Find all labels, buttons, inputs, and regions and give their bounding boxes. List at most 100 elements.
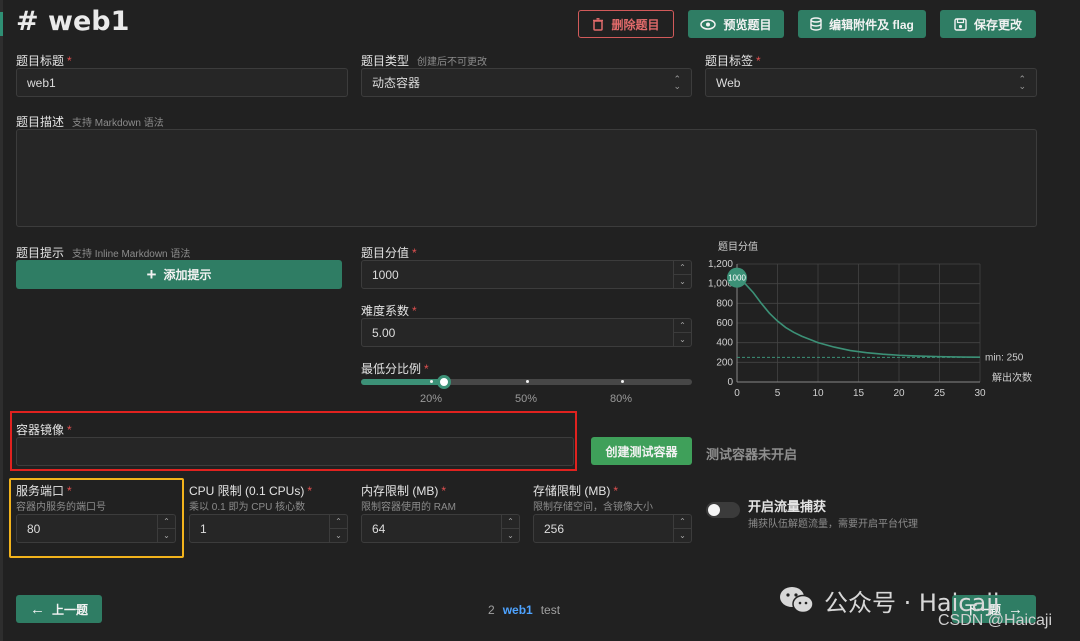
score-input[interactable]: 1000 ⌃ ⌄ — [361, 260, 692, 289]
type-select-value: 动态容器 — [372, 76, 421, 90]
pager-current[interactable]: web1 — [503, 603, 533, 617]
toggle-knob — [708, 504, 720, 516]
prev-challenge-button[interactable]: ← 上一题 — [16, 595, 102, 623]
difficulty-input-value: 5.00 — [372, 325, 396, 340]
chevron-down-icon[interactable]: ⌄ — [674, 529, 691, 542]
cpu-field-label: CPU 限制 (0.1 CPUs) * — [189, 484, 313, 498]
difficulty-stepper[interactable]: ⌃ ⌄ — [673, 319, 691, 346]
chevron-up-icon[interactable]: ⌃ — [330, 515, 347, 529]
highlight-box-yellow — [9, 478, 184, 558]
chart-ytick-label: 400 — [716, 338, 733, 349]
chevron-down-icon[interactable]: ⌄ — [330, 529, 347, 542]
slider-mark-dot — [621, 380, 624, 383]
slider-mark-label: 20% — [420, 393, 443, 405]
cpu-input[interactable]: 1 ⌃ ⌄ — [189, 514, 348, 543]
traffic-capture-toggle[interactable] — [706, 502, 740, 518]
cpu-field-hint: 乘以 0.1 即为 CPU 核心数 — [189, 502, 306, 513]
chart-xtick-label: 5 — [775, 388, 781, 399]
chevron-down-icon[interactable]: ⌄ — [674, 333, 691, 346]
chart-title: 题目分值 — [718, 240, 758, 253]
prev-challenge-label: 上一题 — [51, 602, 88, 617]
arrow-left-icon: ← — [29, 600, 45, 618]
pager-next[interactable]: test — [541, 603, 560, 617]
slider-mark-dot — [526, 380, 529, 383]
difficulty-field-label: 难度系数 * — [361, 304, 417, 318]
tag-field-label: 题目标签 * — [705, 54, 761, 68]
storage-stepper[interactable]: ⌃ ⌄ — [673, 515, 691, 542]
plus-icon: + — [146, 264, 157, 284]
add-hint-button[interactable]: + 添加提示 — [16, 260, 342, 289]
title-input[interactable]: web1 — [16, 68, 348, 97]
tag-select[interactable]: Web ⌃ ⌄ — [705, 68, 1037, 97]
delete-challenge-label: 删除题目 — [611, 17, 660, 32]
storage-input[interactable]: 256 ⌃ ⌄ — [533, 514, 692, 543]
add-hint-label: 添加提示 — [163, 268, 212, 282]
mem-stepper[interactable]: ⌃ ⌄ — [501, 515, 519, 542]
chevron-down-icon[interactable]: ⌄ — [674, 275, 691, 288]
page-title: # web1 — [16, 6, 130, 37]
chart-xtick-label: 30 — [974, 388, 986, 399]
traffic-capture-label: 开启流量捕获 — [748, 499, 827, 514]
save-changes-button[interactable]: 保存更改 — [940, 10, 1036, 38]
cpu-input-value: 1 — [200, 521, 207, 536]
desc-field-label: 题目描述 支持 Markdown 语法 — [16, 115, 164, 129]
challenge-pager: 2 web1 test — [488, 603, 560, 617]
chevron-up-icon[interactable]: ⌃ — [674, 319, 691, 333]
mem-field-label: 内存限制 (MB) * — [361, 484, 446, 498]
chevron-up-icon[interactable]: ⌃ — [674, 515, 691, 529]
cpu-stepper[interactable]: ⌃ ⌄ — [329, 515, 347, 542]
chevron-up-icon[interactable]: ⌃ — [502, 515, 519, 529]
create-test-container-label: 创建测试容器 — [605, 444, 678, 459]
preview-challenge-label: 预览题目 — [723, 17, 772, 32]
hint-field-label: 题目提示 支持 Inline Markdown 语法 — [16, 246, 191, 260]
slider-mark-dot — [430, 380, 433, 383]
chart-xtick-label: 10 — [812, 388, 824, 399]
trash-icon — [593, 17, 604, 31]
chart-ytick-label: 600 — [716, 318, 733, 329]
chart-marker-label: 1000 — [728, 274, 746, 283]
edit-attachment-label: 编辑附件及 flag — [829, 17, 914, 32]
chevron-up-icon[interactable]: ⌃ — [674, 261, 691, 275]
chart-xlabel: 解出次数 — [992, 371, 1032, 384]
mem-input[interactable]: 64 ⌃ ⌄ — [361, 514, 520, 543]
floppy-disk-icon — [954, 17, 967, 31]
edit-attachment-button[interactable]: 编辑附件及 flag — [798, 10, 926, 38]
title-input-value: web1 — [27, 75, 56, 90]
test-container-status: 测试容器未开启 — [706, 447, 798, 462]
left-rail — [0, 0, 3, 641]
title-field-label: 题目标题 * — [16, 54, 72, 68]
tag-select-value: Web — [716, 75, 741, 90]
highlight-box-red — [10, 411, 577, 471]
storage-input-value: 256 — [544, 521, 565, 536]
chart-min-label: min: 250 — [985, 352, 1024, 363]
min-ratio-label: 最低分比例 * — [361, 362, 429, 376]
eye-icon — [700, 18, 717, 30]
score-input-value: 1000 — [372, 267, 399, 282]
slider-mark-label: 50% — [515, 393, 538, 405]
chart-xtick-label: 0 — [734, 388, 740, 399]
select-arrows-icon: ⌃ ⌄ — [673, 74, 681, 91]
chart-ytick-label: 800 — [716, 298, 733, 309]
score-stepper[interactable]: ⌃ ⌄ — [673, 261, 691, 288]
chart-xtick-label: 15 — [853, 388, 865, 399]
delete-challenge-button[interactable]: 删除题目 — [578, 10, 674, 38]
preview-challenge-button[interactable]: 预览题目 — [688, 10, 784, 38]
chart-ytick-label: 0 — [727, 377, 733, 388]
storage-field-hint: 限制存储空间，含镜像大小 — [533, 502, 653, 513]
database-icon — [810, 17, 822, 31]
min-ratio-slider-thumb[interactable] — [436, 375, 451, 389]
mem-input-value: 64 — [372, 521, 386, 536]
score-curve-chart: 题目分值02004006008001,0001,2000 5 10 15 20 25 30m… — [708, 240, 1032, 399]
slider-mark-label: 80% — [610, 393, 633, 405]
description-textarea[interactable] — [16, 129, 1037, 227]
difficulty-input[interactable]: 5.00 ⌃ ⌄ — [361, 318, 692, 347]
score-field-label: 题目分值 * — [361, 246, 417, 260]
type-select[interactable]: 动态容器 ⌃ ⌄ — [361, 68, 692, 97]
chevron-down-icon[interactable]: ⌄ — [502, 529, 519, 542]
save-changes-label: 保存更改 — [973, 17, 1022, 32]
create-test-container-button[interactable]: 创建测试容器 — [591, 437, 692, 465]
pager-number: 2 — [488, 603, 495, 617]
chart-xtick-label: 25 — [934, 388, 946, 399]
type-field-label: 题目类型 创建后不可更改 — [361, 54, 488, 68]
storage-field-label: 存储限制 (MB) * — [533, 484, 618, 498]
